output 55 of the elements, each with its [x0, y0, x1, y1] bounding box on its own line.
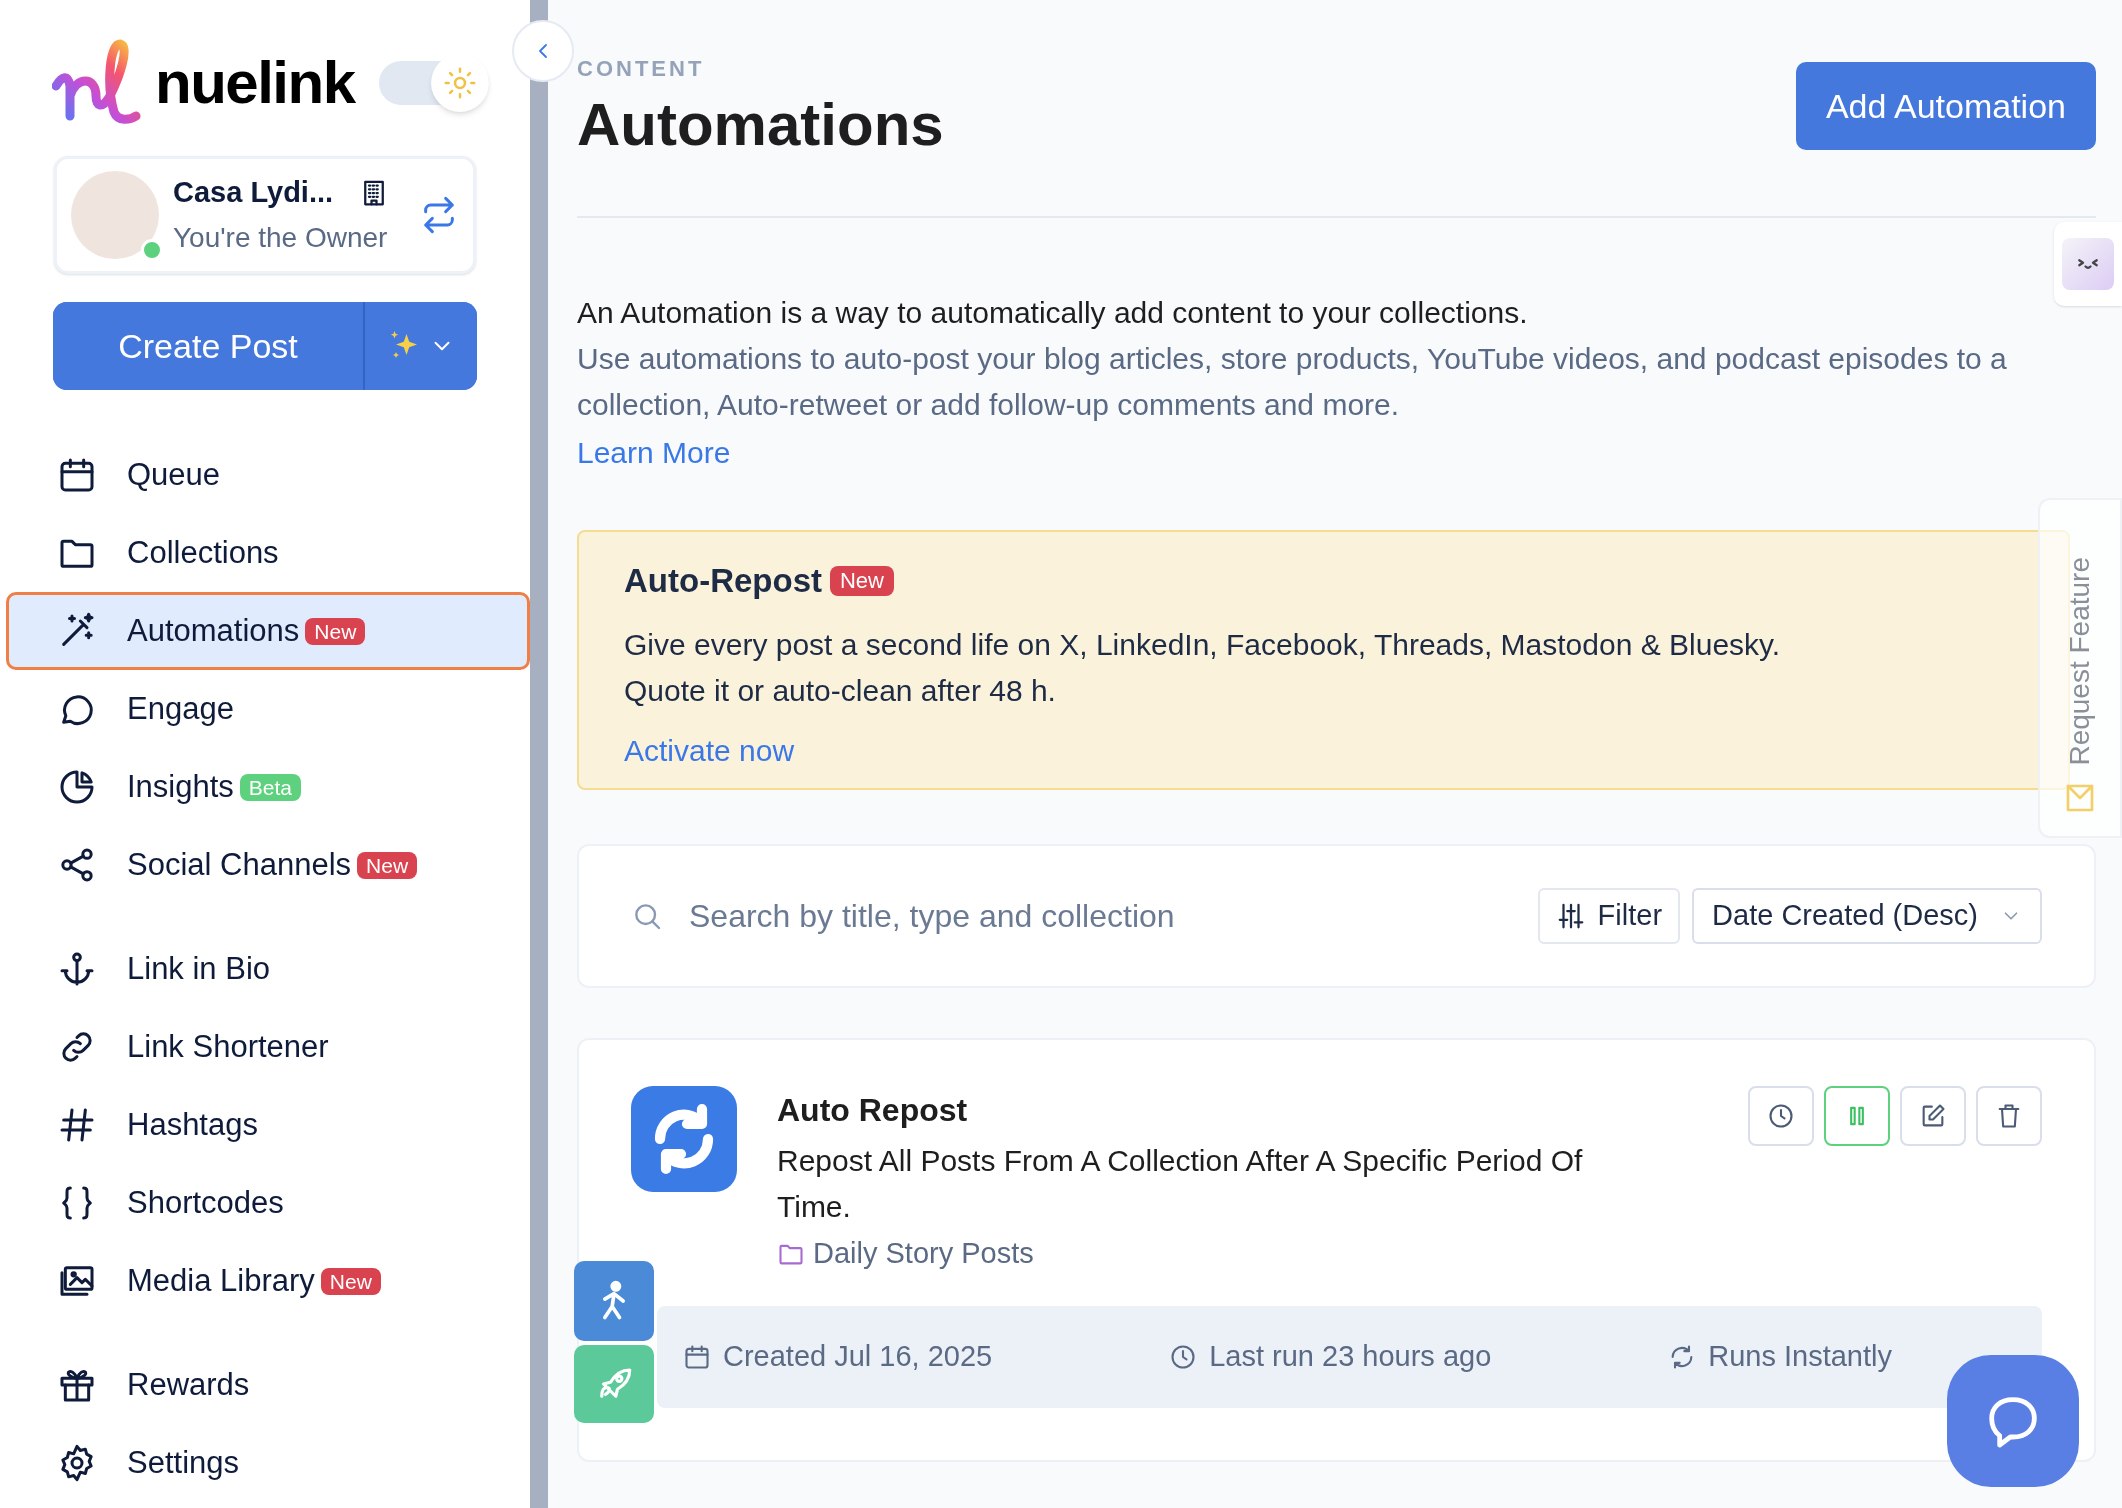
- sidebar-scrollbar[interactable]: [530, 0, 548, 1508]
- nav-badge: New: [320, 1267, 381, 1295]
- nav-badge: New: [357, 851, 418, 879]
- workspace-card[interactable]: Casa Lydi... You're the Owner: [54, 156, 476, 274]
- nav-item[interactable]: Media Library New: [6, 1242, 530, 1320]
- nav-item[interactable]: Automations New: [6, 592, 530, 670]
- created-date: Created Jul 16, 2025: [723, 1338, 993, 1374]
- nav-item[interactable]: Link Shortener: [6, 1008, 530, 1086]
- promo-text: Give every post a second life on X, LinkedIn, Facebook, Threads, Mastodon & Bluesky.: [624, 626, 1782, 663]
- workspace-role: You're the Owner: [173, 220, 389, 255]
- intro-text: An Automation is a way to automatically add content to your collections.: [577, 295, 1529, 331]
- pause-button[interactable]: [1824, 1086, 1890, 1146]
- schedule-button[interactable]: [1748, 1086, 1814, 1146]
- brand-name: nuelink: [155, 53, 355, 113]
- accessibility-button[interactable]: [574, 1261, 654, 1341]
- new-badge: New: [829, 565, 894, 596]
- nav-badge: Beta: [239, 773, 302, 801]
- collection-name: Daily Story Posts: [813, 1236, 1034, 1271]
- workspace-name: Casa Lydi...: [173, 175, 334, 211]
- chat-button[interactable]: [1947, 1355, 2079, 1487]
- sun-icon: [442, 66, 477, 100]
- nav-item[interactable]: Link in Bio: [6, 930, 530, 1008]
- nav-item[interactable]: Rewards: [6, 1346, 530, 1424]
- delete-button[interactable]: [1976, 1086, 2042, 1146]
- activate-now-link[interactable]: Activate now: [624, 727, 795, 773]
- automation-title: Auto Repost: [777, 1091, 969, 1130]
- promo-text: Quote it or auto-clean after 48 h.: [624, 672, 1057, 709]
- nav-item[interactable]: Engage: [6, 670, 530, 748]
- page-title: Automations: [577, 90, 944, 160]
- edit-button[interactable]: [1900, 1086, 1966, 1146]
- create-post-button[interactable]: Create Post: [53, 302, 365, 390]
- last-run: Last run 23 hours ago: [1209, 1338, 1492, 1374]
- nav-item[interactable]: Shortcodes: [6, 1164, 530, 1242]
- filter-button[interactable]: Filter: [1537, 888, 1681, 944]
- nav-item[interactable]: Settings: [6, 1424, 530, 1502]
- run-schedule: Runs Instantly: [1708, 1338, 1892, 1374]
- clock-icon: [1767, 1102, 1795, 1130]
- promo-title: Auto-Repost: [624, 561, 822, 601]
- nav-item[interactable]: Collections: [6, 514, 530, 592]
- section-label: CONTENT: [577, 55, 706, 83]
- nav-item[interactable]: Queue: [6, 436, 530, 514]
- nav-badge: New: [305, 617, 366, 645]
- add-automation-button[interactable]: Add Automation: [1795, 62, 2096, 150]
- theme-toggle[interactable]: [378, 54, 489, 112]
- learn-more-link[interactable]: Learn More: [577, 430, 731, 476]
- sort-dropdown[interactable]: Date Created (Desc): [1692, 888, 2042, 944]
- launch-button[interactable]: [574, 1345, 654, 1423]
- feedback-tab[interactable]: [2054, 222, 2122, 306]
- nav-item[interactable]: Hashtags: [6, 1086, 530, 1164]
- calendar-icon: [683, 1342, 711, 1371]
- nav-item[interactable]: Social Channels New: [6, 826, 530, 904]
- automation-description: Repost All Posts From A Collection After A Specific Period Of Time.: [777, 1143, 1584, 1225]
- search-field[interactable]: Search by title, type and collection: [689, 892, 1538, 940]
- nav-item[interactable]: Insights Beta: [6, 748, 530, 826]
- intro-detail: Use automations to auto-post your blog articles, store products, YouTube videos, and podcast episodes to a collection, Auto-retweet or add follow-up comments and more.: [577, 341, 2008, 423]
